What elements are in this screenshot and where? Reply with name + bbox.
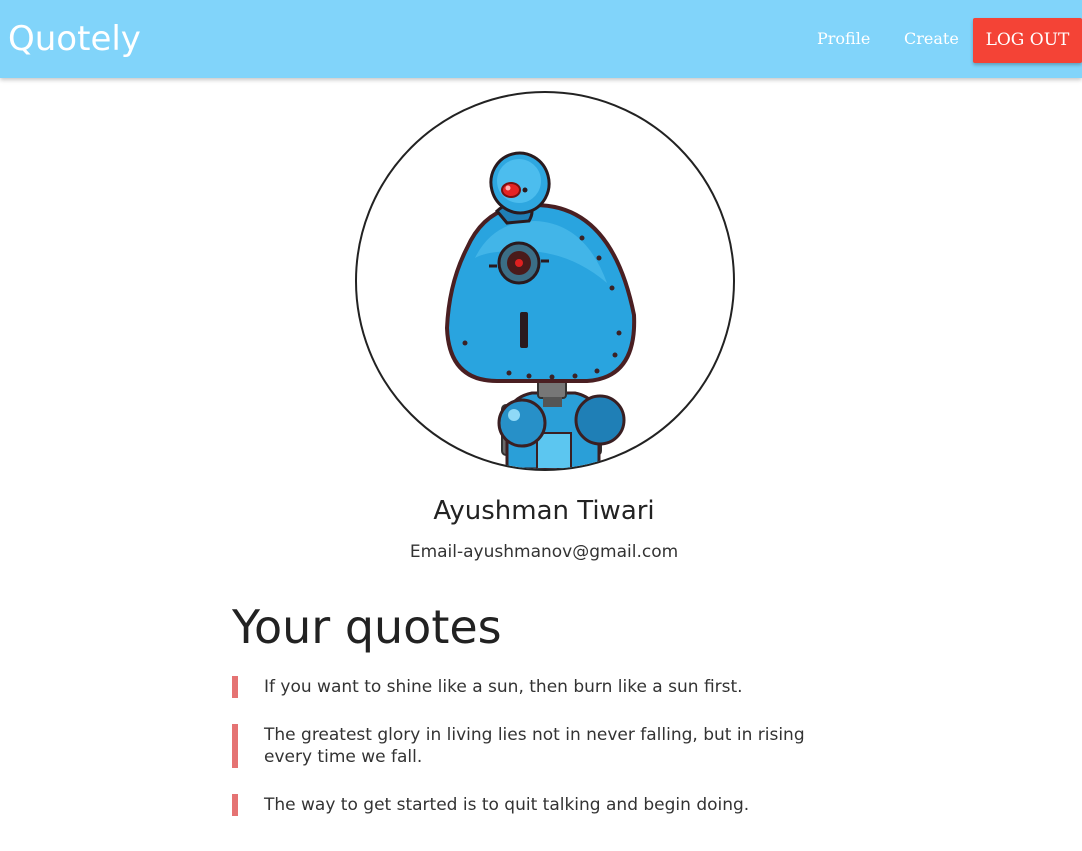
profile-avatar: [355, 91, 735, 471]
quote-item: If you want to shine like a sun, then bu…: [232, 676, 832, 698]
nav-link-create[interactable]: Create: [904, 28, 959, 50]
nav-link-profile[interactable]: Profile: [817, 28, 870, 50]
top-navbar: Quotely Profile Create LOG OUT: [0, 0, 1082, 78]
quotes-heading: Your quotes: [232, 600, 502, 654]
logout-button[interactable]: LOG OUT: [973, 18, 1082, 63]
quote-item: The greatest glory in living lies not in…: [232, 724, 832, 768]
robot-avatar-icon: [444, 151, 637, 469]
brand-logo[interactable]: Quotely: [8, 16, 141, 62]
quote-item: The way to get started is to quit talkin…: [232, 794, 832, 816]
profile-name: Ayushman Tiwari: [433, 496, 655, 526]
profile-email: Email-ayushmanov@gmail.com: [409, 542, 679, 562]
quote-list: If you want to shine like a sun, then bu…: [232, 676, 832, 816]
